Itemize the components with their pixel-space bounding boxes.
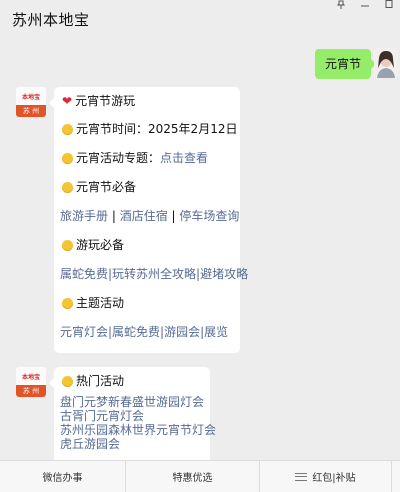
topic-label: 元宵活动专题： [76,151,161,165]
minimize-icon[interactable] [360,0,370,10]
yellow-dot-icon [62,182,73,193]
user-message-text: 元宵节 [324,57,361,71]
bot-avatar-logo: 本地宝 [21,93,40,101]
event-link[interactable]: 苏州乐园森林世界元宵节灯会 [54,423,216,437]
menu-label: 微信办事 [42,473,83,484]
bot-avatar-city: 苏 州 [16,385,46,397]
must-links-line: 旅游手册 | 酒店住宿 | 停车场查询 [54,202,240,231]
top-bar: 苏州本地宝 [0,0,400,40]
yellow-dot-icon [62,240,73,251]
separator: | [111,209,120,223]
menu-label: 特惠优选 [172,473,213,484]
menu-special-offers[interactable]: 特惠优选 [126,461,260,492]
play-links-line[interactable]: 属蛇免费|玩转苏州全攻略|避堵攻略 [54,260,248,289]
maximize-icon[interactable] [384,0,394,10]
theme-title-line: 主题活动 [54,289,240,318]
bottom-menu: 微信办事 特惠优选 红包|补贴 [0,460,400,492]
menu-label: 红包|补贴 [312,473,356,484]
play-title: 游玩必备 [76,238,125,252]
yellow-dot-icon [62,298,73,309]
event-link[interactable]: 古胥门元宵灯会 [54,409,210,423]
topic-link[interactable]: 点击查看 [160,144,208,173]
topic-line: 元宵活动专题： 点击查看 [54,144,240,173]
event-link[interactable]: 虎丘游园会 [54,437,210,451]
bot-avatar[interactable]: 本地宝 苏 州 [16,87,46,117]
time-line: 元宵节时间： 2025年2月12日 [54,115,240,144]
yellow-dot-icon [62,153,73,164]
hot-title: 热门活动 [76,373,125,388]
must-title: 元宵节必备 [76,180,137,194]
menu-icon [295,472,308,481]
window-controls [336,0,394,12]
parking-link[interactable]: 停车场查询 [179,209,239,223]
yellow-dot-icon [62,124,73,135]
hot-title-line: 热门活动 [54,367,210,395]
pin-icon[interactable] [336,0,346,10]
guide-link[interactable]: 旅游手册 [60,209,108,223]
user-avatar-image [374,48,398,78]
chat-area[interactable]: 元宵节 本地宝 苏 州 ❤ 元宵节游玩 元宵节时间： 2025年2月12日 元宵… [0,40,400,460]
bot-avatar[interactable]: 本地宝 苏 州 [16,367,46,397]
bot-message-bubble: 热门活动 盘门元梦新春盛世游园灯会 古胥门元宵灯会 苏州乐园森林世界元宵节灯会 … [49,367,216,460]
yellow-dot-icon [62,375,73,387]
bot-avatar-logo: 本地宝 [21,373,40,381]
time-value: 2025年2月12日 [148,122,238,136]
bot-avatar-city: 苏 州 [16,105,46,117]
must-title-line: 元宵节必备 [54,173,240,202]
user-avatar[interactable] [374,48,398,78]
time-label: 元宵节时间： [76,122,149,136]
menu-wechat-service[interactable]: 微信办事 [0,461,126,492]
theme-title: 主题活动 [76,296,125,310]
menu-red-packet[interactable]: 红包|补贴 [260,461,392,492]
play-title-line: 游玩必备 [54,231,240,260]
bot-message-bubble: ❤ 元宵节游玩 元宵节时间： 2025年2月12日 元宵活动专题： 点击查看 元… [49,87,248,353]
page-title: 苏州本地宝 [12,11,90,29]
message-title: 元宵节游玩 [75,93,136,108]
theme-links-line[interactable]: 元宵灯会|属蛇免费|游园会|展览 [54,318,240,347]
message-title-line: ❤ 元宵节游玩 [54,87,240,115]
heart-icon: ❤ [62,93,73,108]
keyboard-toggle[interactable] [392,461,400,492]
user-message-bubble[interactable]: 元宵节 [314,49,377,79]
hotel-link[interactable]: 酒店住宿 [120,209,168,223]
event-link[interactable]: 盘门元梦新春盛世游园灯会 [54,395,210,409]
